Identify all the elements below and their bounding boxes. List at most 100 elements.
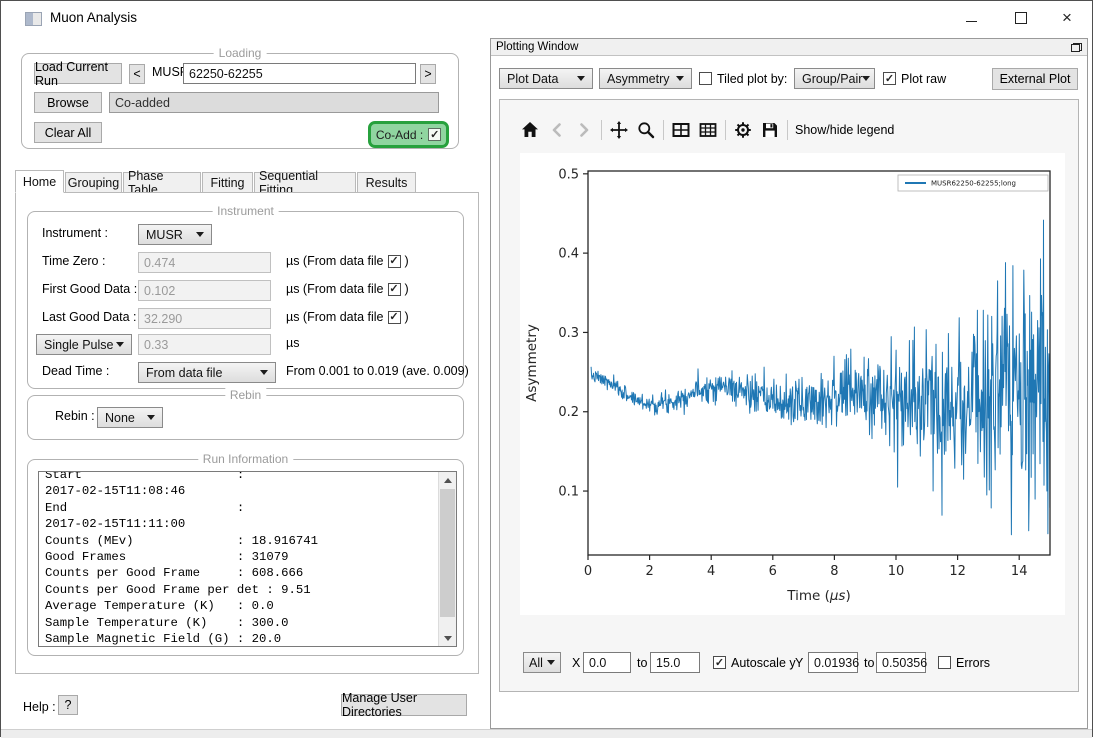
dead-time-info: From 0.001 to 0.019 (ave. 0.009) (286, 364, 469, 378)
pulse-unit-label: µs (286, 336, 299, 350)
x-to-input[interactable]: 15.0 (650, 652, 700, 673)
maximize-button[interactable] (998, 3, 1044, 33)
run-information-group: Run Information Start : 2017-02-15T11:08… (27, 459, 464, 656)
window-title: Muon Analysis (50, 10, 137, 25)
manage-user-directories-button[interactable]: Manage User Directories (341, 694, 467, 716)
svg-text:2: 2 (645, 564, 653, 579)
tab-grouping[interactable]: Grouping (65, 172, 122, 193)
first-good-data-suffix: µs (From data file ) (286, 282, 409, 296)
autoscale-y-checkbox[interactable] (713, 656, 726, 669)
tab-fitting[interactable]: Fitting (202, 172, 253, 193)
dead-time-label: Dead Time : (42, 364, 109, 378)
scroll-up-icon[interactable] (439, 472, 456, 488)
svg-text:12: 12 (949, 564, 966, 579)
plotting-window-titlebar[interactable]: Plotting Window (491, 39, 1087, 56)
close-button[interactable]: × (1044, 3, 1090, 33)
toolbar-separator (787, 120, 788, 140)
save-icon[interactable] (760, 120, 780, 140)
time-zero-label: Time Zero : (42, 254, 105, 268)
pulse-value-field[interactable]: 0.33 (138, 334, 271, 355)
scrollbar[interactable] (438, 472, 456, 646)
svg-text:Time (μs): Time (μs) (786, 588, 851, 604)
load-current-run-button[interactable]: Load Current Run (34, 63, 122, 84)
chevron-down-icon (260, 370, 268, 375)
tab-phase-table[interactable]: Phase Table (123, 172, 201, 193)
run-information-text[interactable]: Start : 2017-02-15T11:08:46 End : 2017-0… (38, 471, 457, 647)
x-from-input[interactable]: 0.0 (583, 652, 631, 673)
svg-text:10: 10 (888, 564, 905, 579)
previous-run-button[interactable]: < (129, 64, 145, 84)
grid-icon[interactable] (698, 120, 718, 140)
toolbar-separator (601, 120, 602, 140)
show-hide-legend-button[interactable]: Show/hide legend (795, 123, 894, 137)
mpl-toolbar: Show/hide legend (520, 118, 894, 142)
rebin-group: Rebin Rebin : None (27, 395, 464, 440)
plot-raw-label: Plot raw (901, 72, 946, 86)
chevron-down-icon (676, 76, 684, 81)
first-good-data-label: First Good Data : (42, 282, 137, 296)
svg-text:4: 4 (707, 564, 715, 579)
loading-group: Loading Load Current Run < MUSR 62250-62… (21, 53, 459, 149)
coadd-checkbox[interactable] (428, 128, 441, 141)
run-information-lines: Start : 2017-02-15T11:08:46 End : 2017-0… (39, 471, 456, 647)
y-from-input[interactable]: 0.01936 (808, 652, 858, 673)
tiled-plot-checkbox[interactable] (699, 72, 712, 85)
errors-checkbox[interactable] (938, 656, 951, 669)
svg-text:Asymmetry: Asymmetry (524, 324, 540, 402)
tab-bar: Home Grouping Phase Table Fitting Sequen… (15, 170, 417, 193)
back-icon[interactable] (547, 120, 567, 140)
help-label: Help : (23, 700, 56, 714)
plot-type-select[interactable]: Asymmetry (599, 68, 692, 89)
last-good-data-suffix: µs (From data file ) (286, 310, 409, 324)
autoscale-y-label: Autoscale y (731, 656, 796, 670)
pan-icon[interactable] (609, 120, 629, 140)
tab-home[interactable]: Home (15, 170, 64, 193)
pulse-mode-select[interactable]: Single Pulse (36, 334, 132, 355)
plot-raw-checkbox[interactable] (883, 72, 896, 85)
next-run-button[interactable]: > (420, 64, 436, 84)
tiled-by-select[interactable]: Group/Pair (794, 68, 875, 89)
loaded-file-field: Co-added (109, 92, 439, 113)
last-good-from-file-checkbox[interactable] (388, 311, 401, 324)
title-bar: Muon Analysis × (1, 1, 1092, 37)
scrollbar-thumb[interactable] (440, 489, 455, 617)
forward-icon[interactable] (574, 120, 594, 140)
instrument-group-title: Instrument (212, 204, 279, 218)
first-good-from-file-checkbox[interactable] (388, 283, 401, 296)
instrument-select[interactable]: MUSR (138, 224, 212, 245)
plot-data-select[interactable]: Plot Data (499, 68, 593, 89)
svg-text:6: 6 (769, 564, 777, 579)
scroll-down-icon[interactable] (439, 630, 456, 646)
customize-gear-icon[interactable] (733, 120, 753, 140)
plot-widget-frame: Show/hide legend 024681012140.10.20.30.4… (499, 99, 1079, 692)
home-icon[interactable] (520, 120, 540, 140)
subplots-icon[interactable] (671, 120, 691, 140)
external-plot-button[interactable]: External Plot (992, 68, 1078, 90)
y-to-input[interactable]: 0.50356 (876, 652, 926, 673)
range-scope-select[interactable]: All (523, 652, 561, 673)
rebin-select[interactable]: None (97, 407, 163, 428)
chevron-down-icon (147, 415, 155, 420)
clear-all-button[interactable]: Clear All (34, 122, 102, 143)
tiled-plot-label: Tiled plot by: (717, 72, 787, 86)
dead-time-select[interactable]: From data file (138, 362, 276, 383)
tab-results[interactable]: Results (357, 172, 416, 193)
tab-sequential-fitting[interactable]: Sequential Fitting (254, 172, 356, 193)
zoom-icon[interactable] (636, 120, 656, 140)
last-good-data-field[interactable]: 32.290 (138, 308, 271, 329)
time-zero-field[interactable]: 0.474 (138, 252, 271, 273)
errors-label: Errors (956, 656, 990, 670)
muon-analysis-window: { "window": { "title": "Muon Analysis", … (0, 0, 1093, 737)
plot-canvas[interactable]: 024681012140.10.20.30.40.5Time (μs)Asymm… (520, 153, 1065, 615)
help-button[interactable]: ? (58, 695, 78, 715)
run-number-input[interactable]: 62250-62255 (183, 63, 416, 84)
svg-text:0.5: 0.5 (558, 167, 579, 182)
minimize-icon (966, 20, 977, 22)
minimize-button[interactable] (948, 3, 994, 33)
first-good-data-field[interactable]: 0.102 (138, 280, 271, 301)
float-dock-icon[interactable] (1071, 43, 1082, 52)
chevron-down-icon (196, 232, 204, 237)
svg-text:MUSR62250-62255;long: MUSR62250-62255;long (931, 180, 1016, 188)
time-zero-from-file-checkbox[interactable] (388, 255, 401, 268)
browse-button[interactable]: Browse (34, 92, 102, 113)
